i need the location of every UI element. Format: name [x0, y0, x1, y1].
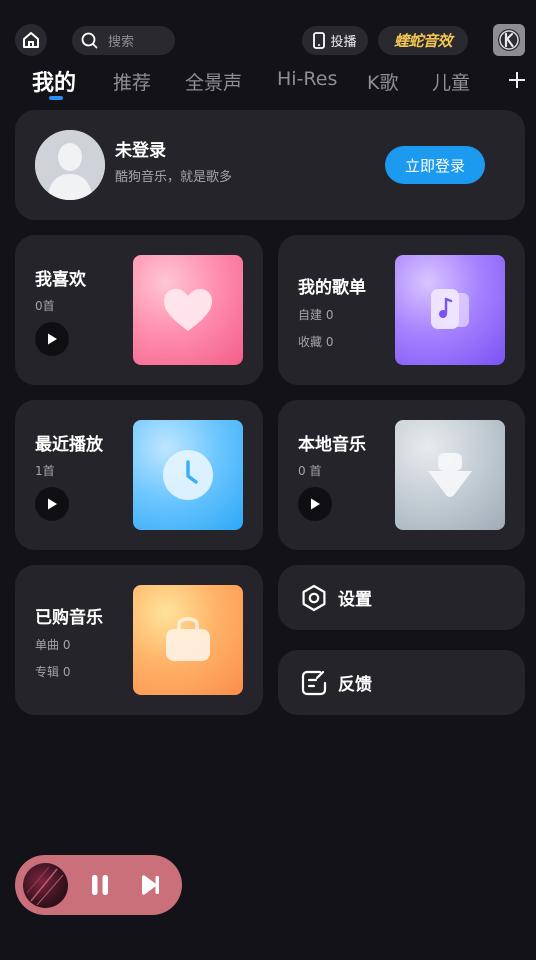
cast-button[interactable]: 投播	[302, 26, 368, 55]
phone-cast-icon	[313, 32, 326, 49]
settings-label: 设置	[338, 590, 372, 610]
favorites-play-button[interactable]	[35, 322, 69, 356]
local-music-art	[395, 420, 505, 530]
add-tab-icon[interactable]	[506, 66, 528, 94]
purchased-singles-count: 单曲 0	[35, 638, 71, 652]
favorites-title: 我喜欢	[35, 270, 86, 290]
mini-player-cover[interactable]	[23, 863, 68, 908]
cast-label: 投播	[330, 35, 357, 50]
playlists-created-count: 自建 0	[298, 308, 334, 322]
tab-recommend[interactable]: 推荐	[113, 68, 151, 95]
play-icon	[48, 333, 57, 345]
download-icon	[428, 453, 472, 497]
recent-play-button[interactable]	[35, 487, 69, 521]
tab-bar: 我的 推荐 全景声 Hi-Res K歌 儿童	[0, 64, 536, 102]
clock-icon	[163, 450, 213, 500]
playlist-icon	[431, 289, 469, 329]
tab-mine[interactable]: 我的	[32, 65, 76, 97]
local-music-play-button[interactable]	[298, 487, 332, 521]
feedback-label: 反馈	[338, 675, 372, 695]
purchased-art	[133, 585, 243, 695]
recent-title: 最近播放	[35, 435, 103, 455]
feedback-button[interactable]: 反馈	[278, 650, 525, 715]
next-track-icon[interactable]	[138, 872, 162, 898]
heart-icon	[164, 289, 212, 331]
favorites-art	[133, 255, 243, 365]
playlists-title: 我的歌单	[298, 278, 366, 298]
tab-kids[interactable]: 儿童	[432, 68, 470, 95]
album-cover-image	[26, 866, 64, 906]
kugou-logo[interactable]	[493, 24, 525, 56]
pause-icon[interactable]	[88, 872, 112, 898]
avatar[interactable]	[35, 130, 105, 200]
play-icon	[311, 498, 320, 510]
settings-button[interactable]: 设置	[278, 565, 525, 630]
shopping-bag-icon	[166, 617, 210, 661]
profile-slogan: 酷狗音乐，就是歌多	[115, 170, 233, 185]
gear-icon	[302, 584, 326, 611]
search-bar[interactable]: 搜索	[72, 26, 175, 55]
search-placeholder: 搜索	[108, 35, 135, 50]
profile-name: 未登录	[115, 141, 166, 161]
default-avatar-icon	[35, 130, 105, 200]
feedback-edit-icon	[301, 670, 327, 695]
sound-effect-button[interactable]: 蝰蛇音效	[378, 26, 468, 55]
kugou-logo-icon	[498, 29, 520, 51]
search-icon	[81, 32, 98, 49]
sound-effect-label: 蝰蛇音效	[393, 32, 453, 50]
playlists-art	[395, 255, 505, 365]
tab-hi-res[interactable]: Hi-Res	[277, 68, 337, 90]
recent-count: 1首	[35, 464, 55, 478]
recent-art	[133, 420, 243, 530]
active-tab-indicator	[49, 96, 63, 100]
favorites-count: 0首	[35, 299, 55, 313]
local-music-count: 0 首	[298, 464, 322, 478]
home-icon	[23, 32, 39, 48]
tab-karaoke[interactable]: K歌	[367, 68, 398, 95]
purchased-title: 已购音乐	[35, 608, 103, 628]
play-icon	[48, 498, 57, 510]
home-button[interactable]	[15, 24, 47, 56]
tab-spatial-audio[interactable]: 全景声	[185, 68, 242, 95]
playlists-saved-count: 收藏 0	[298, 335, 334, 349]
login-button[interactable]: 立即登录	[385, 146, 485, 184]
purchased-albums-count: 专辑 0	[35, 665, 71, 679]
local-music-title: 本地音乐	[298, 435, 366, 455]
